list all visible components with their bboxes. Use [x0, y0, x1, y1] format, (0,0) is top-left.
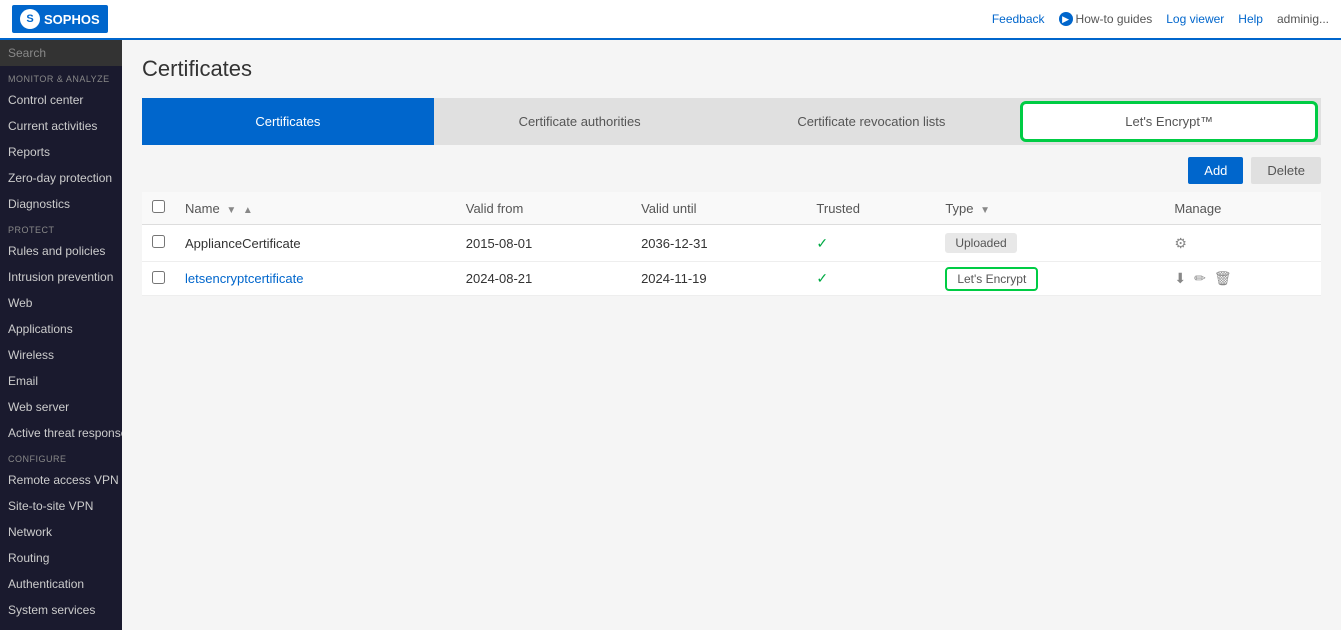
top-bar-left: S SOPHOS: [12, 5, 108, 33]
main-layout: MONITOR & ANALYZE Control center Current…: [0, 40, 1341, 630]
tab-lets-encrypt[interactable]: Let's Encrypt™: [1020, 101, 1318, 142]
col-header-manage: Manage: [1164, 192, 1321, 225]
sidebar-item-remote-access-vpn[interactable]: Remote access VPN: [0, 467, 122, 493]
table-header-row: Name ▼ ▲ Valid from Valid until Trusted …: [142, 192, 1321, 225]
row1-type: Uploaded: [935, 225, 1164, 262]
sidebar-item-control-center[interactable]: Control center: [0, 87, 122, 113]
sidebar-item-routing[interactable]: Routing: [0, 545, 122, 571]
sidebar-item-web-server[interactable]: Web server: [0, 394, 122, 420]
row2-valid-from: 2024-08-21: [456, 262, 631, 296]
add-button[interactable]: Add: [1188, 157, 1243, 184]
col-header-valid-until: Valid until: [631, 192, 806, 225]
help-link[interactable]: Help: [1238, 12, 1263, 26]
row2-delete-icon[interactable]: 🗑: [1214, 270, 1232, 287]
row2-checkbox-cell: [142, 262, 175, 296]
row1-name: ApplianceCertificate: [185, 236, 301, 251]
row2-trusted-check: ✓: [816, 270, 828, 286]
row1-action-icons: ⚙: [1174, 235, 1311, 252]
sidebar-item-web[interactable]: Web: [0, 290, 122, 316]
sidebar-section-monitor: MONITOR & ANALYZE: [0, 66, 122, 87]
sidebar-item-zero-day[interactable]: Zero-day protection: [0, 165, 122, 191]
delete-button[interactable]: Delete: [1251, 157, 1321, 184]
sidebar-item-intrusion-prevention[interactable]: Intrusion prevention: [0, 264, 122, 290]
row2-download-icon[interactable]: ⬇: [1174, 270, 1186, 287]
row2-action-icons: ⬇ ✏ 🗑: [1174, 270, 1311, 287]
sidebar-section-configure: CONFIGURE: [0, 446, 122, 467]
row2-name-link[interactable]: letsencryptcertificate: [185, 271, 304, 286]
sidebar-item-wireless[interactable]: Wireless: [0, 342, 122, 368]
row2-valid-until: 2024-11-19: [631, 262, 806, 296]
sidebar-section-system: SYSTEM: [0, 623, 122, 630]
admin-label: adminig...: [1277, 12, 1329, 26]
row2-type: Let's Encrypt: [935, 262, 1164, 296]
sidebar-item-rules-policies[interactable]: Rules and policies: [0, 238, 122, 264]
sidebar-item-email[interactable]: Email: [0, 368, 122, 394]
sidebar-item-current-activities[interactable]: Current activities: [0, 113, 122, 139]
row2-name-cell: letsencryptcertificate: [175, 262, 456, 296]
row1-checkbox[interactable]: [152, 235, 165, 248]
action-bar: Add Delete: [142, 157, 1321, 184]
row1-settings-icon[interactable]: ⚙: [1174, 235, 1187, 252]
col-header-name: Name ▼ ▲: [175, 192, 456, 225]
sidebar-item-network[interactable]: Network: [0, 519, 122, 545]
sidebar-item-active-threat[interactable]: Active threat response: [0, 420, 122, 446]
row2-edit-icon[interactable]: ✏: [1194, 270, 1206, 287]
sophos-logo-text: SOPHOS: [44, 12, 100, 27]
col-header-checkbox: [142, 192, 175, 225]
sidebar: MONITOR & ANALYZE Control center Current…: [0, 40, 122, 630]
page-title: Certificates: [142, 56, 1321, 82]
sophos-logo-icon: S: [20, 9, 40, 29]
row1-valid-until: 2036-12-31: [631, 225, 806, 262]
row2-trusted: ✓: [806, 262, 935, 296]
sophos-logo: S SOPHOS: [12, 5, 108, 33]
table-row: ApplianceCertificate 2015-08-01 2036-12-…: [142, 225, 1321, 262]
row1-valid-from: 2015-08-01: [456, 225, 631, 262]
row1-type-badge: Uploaded: [945, 233, 1016, 253]
howto-guides-link[interactable]: ▶ How-to guides: [1059, 12, 1153, 26]
col-header-type: Type ▼: [935, 192, 1164, 225]
name-filter-icon[interactable]: ▼: [226, 205, 236, 216]
sidebar-item-reports[interactable]: Reports: [0, 139, 122, 165]
certificates-table: Name ▼ ▲ Valid from Valid until Trusted …: [142, 192, 1321, 296]
tab-certificate-authorities[interactable]: Certificate authorities: [434, 98, 726, 145]
content-area: Certificates Certificates Certificate au…: [122, 40, 1341, 630]
howto-icon: ▶: [1059, 12, 1073, 26]
feedback-link[interactable]: Feedback: [992, 12, 1045, 26]
top-bar-right: Feedback ▶ How-to guides Log viewer Help…: [992, 12, 1329, 26]
top-bar: S SOPHOS Feedback ▶ How-to guides Log vi…: [0, 0, 1341, 40]
sidebar-item-authentication[interactable]: Authentication: [0, 571, 122, 597]
row2-checkbox[interactable]: [152, 271, 165, 284]
row1-checkbox-cell: [142, 225, 175, 262]
name-sort-icon[interactable]: ▲: [243, 205, 253, 216]
sidebar-item-applications[interactable]: Applications: [0, 316, 122, 342]
row1-name-cell: ApplianceCertificate: [175, 225, 456, 262]
select-all-checkbox[interactable]: [152, 200, 165, 213]
row2-manage: ⬇ ✏ 🗑: [1164, 262, 1321, 296]
row1-trusted-check: ✓: [816, 235, 828, 251]
search-input[interactable]: [0, 40, 122, 66]
sidebar-item-site-to-site-vpn[interactable]: Site-to-site VPN: [0, 493, 122, 519]
tab-certificate-revocation[interactable]: Certificate revocation lists: [726, 98, 1018, 145]
row1-manage: ⚙: [1164, 225, 1321, 262]
table-row: letsencryptcertificate 2024-08-21 2024-1…: [142, 262, 1321, 296]
col-header-trusted: Trusted: [806, 192, 935, 225]
logviewer-link[interactable]: Log viewer: [1166, 12, 1224, 26]
sidebar-section-protect: PROTECT: [0, 217, 122, 238]
sidebar-item-diagnostics[interactable]: Diagnostics: [0, 191, 122, 217]
tabs-bar: Certificates Certificate authorities Cer…: [142, 98, 1321, 145]
row2-type-badge: Let's Encrypt: [945, 267, 1038, 291]
row1-trusted: ✓: [806, 225, 935, 262]
tab-certificates[interactable]: Certificates: [142, 98, 434, 145]
col-header-valid-from: Valid from: [456, 192, 631, 225]
sidebar-item-system-services[interactable]: System services: [0, 597, 122, 623]
type-filter-icon[interactable]: ▼: [980, 205, 990, 216]
